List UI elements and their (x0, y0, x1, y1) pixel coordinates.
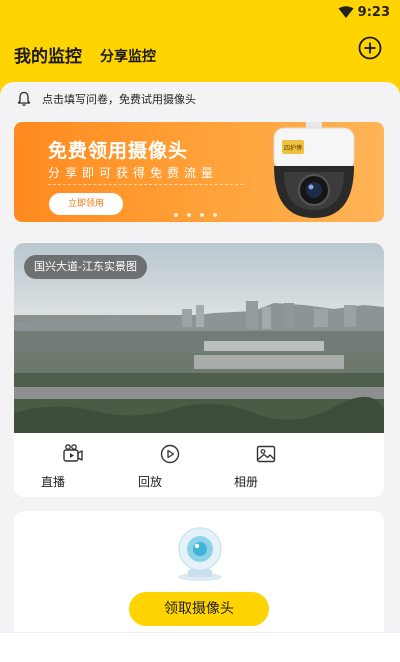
image-icon (256, 445, 276, 463)
action-label: 直播 (41, 475, 66, 489)
action-label: 回放 (138, 475, 163, 489)
page-dot[interactable] (200, 213, 204, 217)
page-dot[interactable] (213, 213, 217, 217)
notice-text: 点击填写问卷，免费试用摄像头 (42, 93, 196, 106)
live-button[interactable]: 直播 (41, 440, 101, 490)
album-button[interactable]: 相册 (234, 440, 294, 490)
play-circle-icon (160, 444, 180, 464)
survey-notice[interactable]: 点击填写问卷，免费试用摄像头 (16, 89, 376, 109)
monitor-card: 国兴大道-江东实景图 直播 回放 相册 (14, 243, 384, 497)
tab-share-monitor[interactable]: 分享监控 (100, 46, 156, 66)
status-time: 9:23 (357, 5, 390, 20)
banner-subtitle: 分享即可获得免费流量 (48, 166, 219, 180)
location-tag: 国兴大道-江东实景图 (24, 255, 147, 279)
wifi-icon (338, 6, 354, 18)
bell-icon (17, 91, 31, 106)
tab-my-monitor[interactable]: 我的监控 (14, 42, 82, 67)
banner-title: 免费领用摄像头 (48, 140, 189, 162)
webcam-illustration (178, 527, 222, 581)
status-bar: 9:23 (0, 0, 400, 26)
app-header: 我的监控 分享监控 (14, 36, 386, 68)
claim-now-button[interactable]: 立即领用 (49, 193, 123, 215)
monitor-actions: 直播 回放 相册 (14, 438, 384, 493)
claim-camera-button[interactable]: 领取摄像头 (129, 592, 269, 626)
action-label: 相册 (234, 475, 259, 489)
replay-button[interactable]: 回放 (138, 440, 198, 490)
promo-banner[interactable]: 免费领用摄像头 分享即可获得免费流量 立即领用 四护博 (14, 122, 384, 222)
camera-brand-text: 四护博 (284, 144, 302, 152)
bottom-nav-bar (0, 632, 400, 662)
live-video-icon (63, 444, 83, 462)
page-dot[interactable] (174, 213, 178, 217)
dome-camera-image: 四护博 (273, 122, 355, 218)
banner-pagination (174, 213, 217, 217)
add-circle-icon[interactable] (358, 36, 382, 60)
banner-divider (48, 184, 243, 185)
page-dot[interactable] (187, 213, 191, 217)
